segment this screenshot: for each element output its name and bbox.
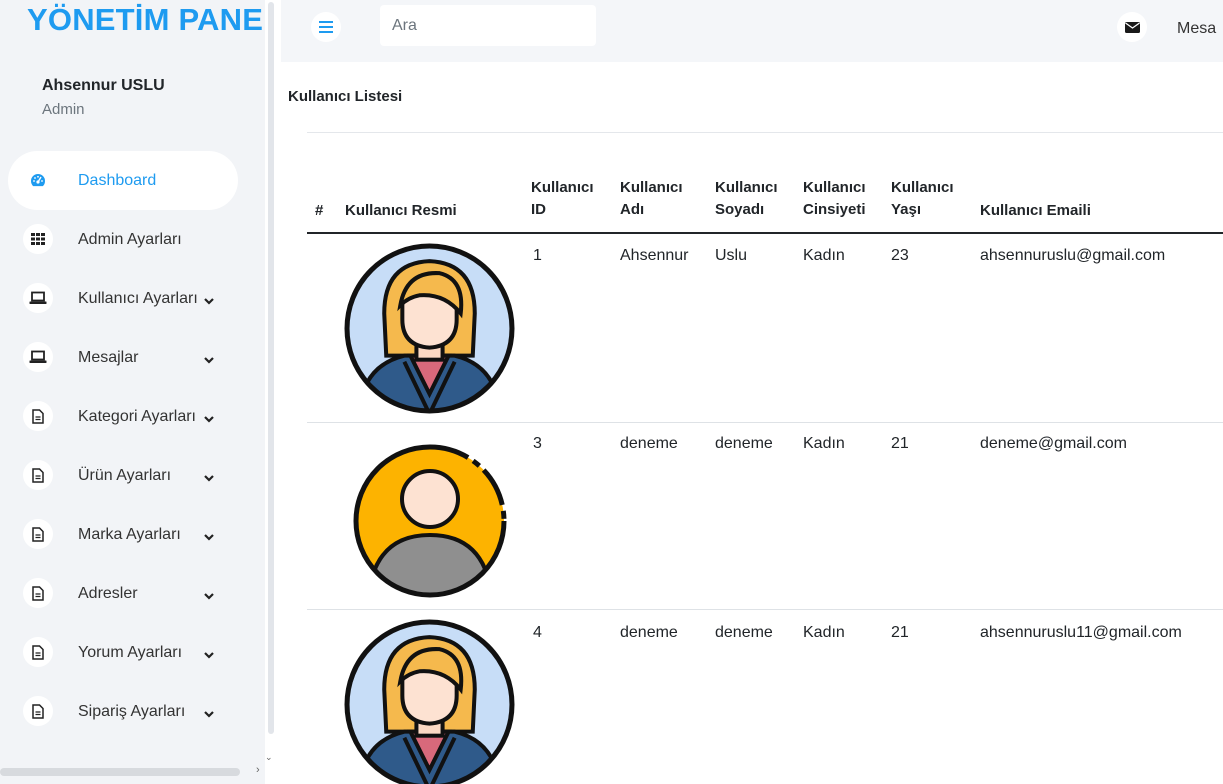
- user-name: Ahsennur USLU: [42, 77, 165, 94]
- sidebar-item-label: Dashboard: [78, 171, 157, 189]
- column-header-gender: Kullanıcı Cinsiyeti: [803, 177, 866, 221]
- sidebar-nav: Dashboard Admin Ayarları Kullanıcı Ayarl…: [8, 151, 238, 741]
- chevron-down-icon: [203, 529, 215, 541]
- column-header-line: Kullanıcı: [715, 179, 778, 196]
- sidebar-horizontal-scrollbar[interactable]: [0, 768, 240, 776]
- sidebar-item-label: Ürün Ayarları: [78, 466, 172, 484]
- divider: [307, 132, 1223, 133]
- chevron-down-icon: [203, 647, 215, 659]
- cell-user-gender: Kadın: [803, 435, 845, 452]
- sidebar-item-label: Kategori Ayarları: [78, 407, 196, 425]
- woman-avatar-icon: [344, 243, 515, 414]
- dashboard-icon: [23, 165, 53, 195]
- sidebar-item-admin-settings[interactable]: Admin Ayarları: [8, 210, 238, 269]
- default-user-avatar-icon: [353, 444, 507, 598]
- row-divider: [307, 422, 1223, 423]
- cell-user-surname: deneme: [715, 624, 773, 641]
- cell-user-id: 1: [533, 247, 542, 264]
- file-icon: [23, 401, 53, 431]
- messages-label[interactable]: Mesa: [1177, 20, 1216, 38]
- sidebar-item-label: Yorum Ayarları: [78, 643, 183, 661]
- search-input[interactable]: [380, 5, 596, 46]
- file-icon: [23, 460, 53, 490]
- column-header-surname: Kullanıcı Soyadı: [715, 177, 778, 221]
- cell-user-name: deneme: [620, 435, 678, 452]
- sidebar-item-category-settings[interactable]: Kategori Ayarları: [8, 387, 238, 446]
- column-header-line: Kullanıcı: [620, 179, 683, 196]
- sidebar-item-user-settings[interactable]: Kullanıcı Ayarları: [8, 269, 238, 328]
- sidebar-item-label: Mesajlar: [78, 348, 139, 366]
- cell-user-surname: Uslu: [715, 247, 748, 264]
- top-navbar: Mesa: [281, 0, 1223, 62]
- sidebar-item-label: Adresler: [78, 584, 138, 602]
- file-icon: [23, 696, 53, 726]
- cell-user-surname: deneme: [715, 435, 773, 452]
- laptop-icon: [23, 342, 53, 372]
- column-header-line: Yaşı: [891, 201, 922, 218]
- chevron-down-icon: [203, 470, 215, 482]
- hamburger-icon: [319, 21, 333, 33]
- chevron-down-icon: [203, 588, 215, 600]
- cell-user-name: deneme: [620, 624, 678, 641]
- cell-user-age: 23: [891, 247, 909, 264]
- cell-user-id: 3: [533, 435, 542, 452]
- row-divider: [307, 609, 1223, 610]
- column-header-line: ID: [531, 201, 546, 218]
- cell-user-gender: Kadın: [803, 247, 845, 264]
- column-header-line: Kullanıcı: [531, 179, 594, 196]
- envelope-icon: [1124, 21, 1140, 33]
- messages-button[interactable]: [1117, 12, 1147, 42]
- column-header-image: Kullanıcı Resmi: [345, 202, 457, 219]
- cell-user-gender: Kadın: [803, 624, 845, 641]
- scroll-down-arrow-icon[interactable]: ⌄: [265, 752, 273, 763]
- file-icon: [23, 519, 53, 549]
- sidebar-item-order-settings[interactable]: Sipariş Ayarları: [8, 682, 238, 741]
- chevron-down-icon: [203, 411, 215, 423]
- sidebar-item-label: Admin Ayarları: [78, 230, 182, 248]
- column-header-line: Kullanıcı: [891, 179, 954, 196]
- brand-title[interactable]: YÖNETİM PANEL: [27, 2, 265, 38]
- cell-user-id: 4: [533, 624, 542, 641]
- page-title: Kullanıcı Listesi: [288, 88, 403, 105]
- cell-user-email: ahsennuruslu@gmail.com: [980, 247, 1166, 264]
- sidebar-item-dashboard[interactable]: Dashboard: [8, 151, 238, 210]
- sidebar-item-brand-settings[interactable]: Marka Ayarları: [8, 505, 238, 564]
- cell-user-email: ahsennuruslu11@gmail.com: [980, 624, 1182, 641]
- chevron-down-icon: [203, 706, 215, 718]
- column-header-id: Kullanıcı ID: [531, 177, 594, 221]
- chevron-down-icon: [203, 352, 215, 364]
- column-header-line: Adı: [620, 201, 645, 218]
- grid-icon: [23, 224, 53, 254]
- chevron-down-icon: [203, 293, 215, 305]
- sidebar-item-label: Kullanıcı Ayarları: [78, 289, 198, 307]
- column-header-line: Kullanıcı: [803, 179, 866, 196]
- cell-user-age: 21: [891, 435, 909, 452]
- cell-user-age: 21: [891, 624, 909, 641]
- file-icon: [23, 578, 53, 608]
- column-header-email: Kullanıcı Emaili: [980, 202, 1091, 219]
- table-header-divider: [307, 232, 1223, 234]
- sidebar-item-addresses[interactable]: Adresler: [8, 564, 238, 623]
- sidebar-item-comment-settings[interactable]: Yorum Ayarları: [8, 623, 238, 682]
- user-role: Admin: [42, 101, 85, 118]
- column-header-age: Kullanıcı Yaşı: [891, 177, 954, 221]
- sidebar-vertical-scrollbar[interactable]: [268, 2, 274, 734]
- cell-user-email: deneme@gmail.com: [980, 435, 1127, 452]
- sidebar: YÖNETİM PANEL Ahsennur USLU Admin Dashbo…: [0, 0, 265, 784]
- sidebar-item-label: Sipariş Ayarları: [78, 702, 186, 720]
- sidebar-item-product-settings[interactable]: Ürün Ayarları: [8, 446, 238, 505]
- cell-user-name: Ahsennur: [620, 247, 689, 264]
- menu-toggle-button[interactable]: [311, 12, 341, 42]
- column-header-name: Kullanıcı Adı: [620, 177, 683, 221]
- sidebar-item-label: Marka Ayarları: [78, 525, 181, 543]
- column-header-number: #: [315, 202, 324, 219]
- woman-avatar-icon: [344, 619, 515, 784]
- file-icon: [23, 637, 53, 667]
- column-header-line: Soyadı: [715, 201, 765, 218]
- column-header-line: Cinsiyeti: [803, 201, 866, 218]
- sidebar-item-messages[interactable]: Mesajlar: [8, 328, 238, 387]
- laptop-icon: [23, 283, 53, 313]
- scroll-right-arrow-icon[interactable]: ›: [256, 764, 260, 776]
